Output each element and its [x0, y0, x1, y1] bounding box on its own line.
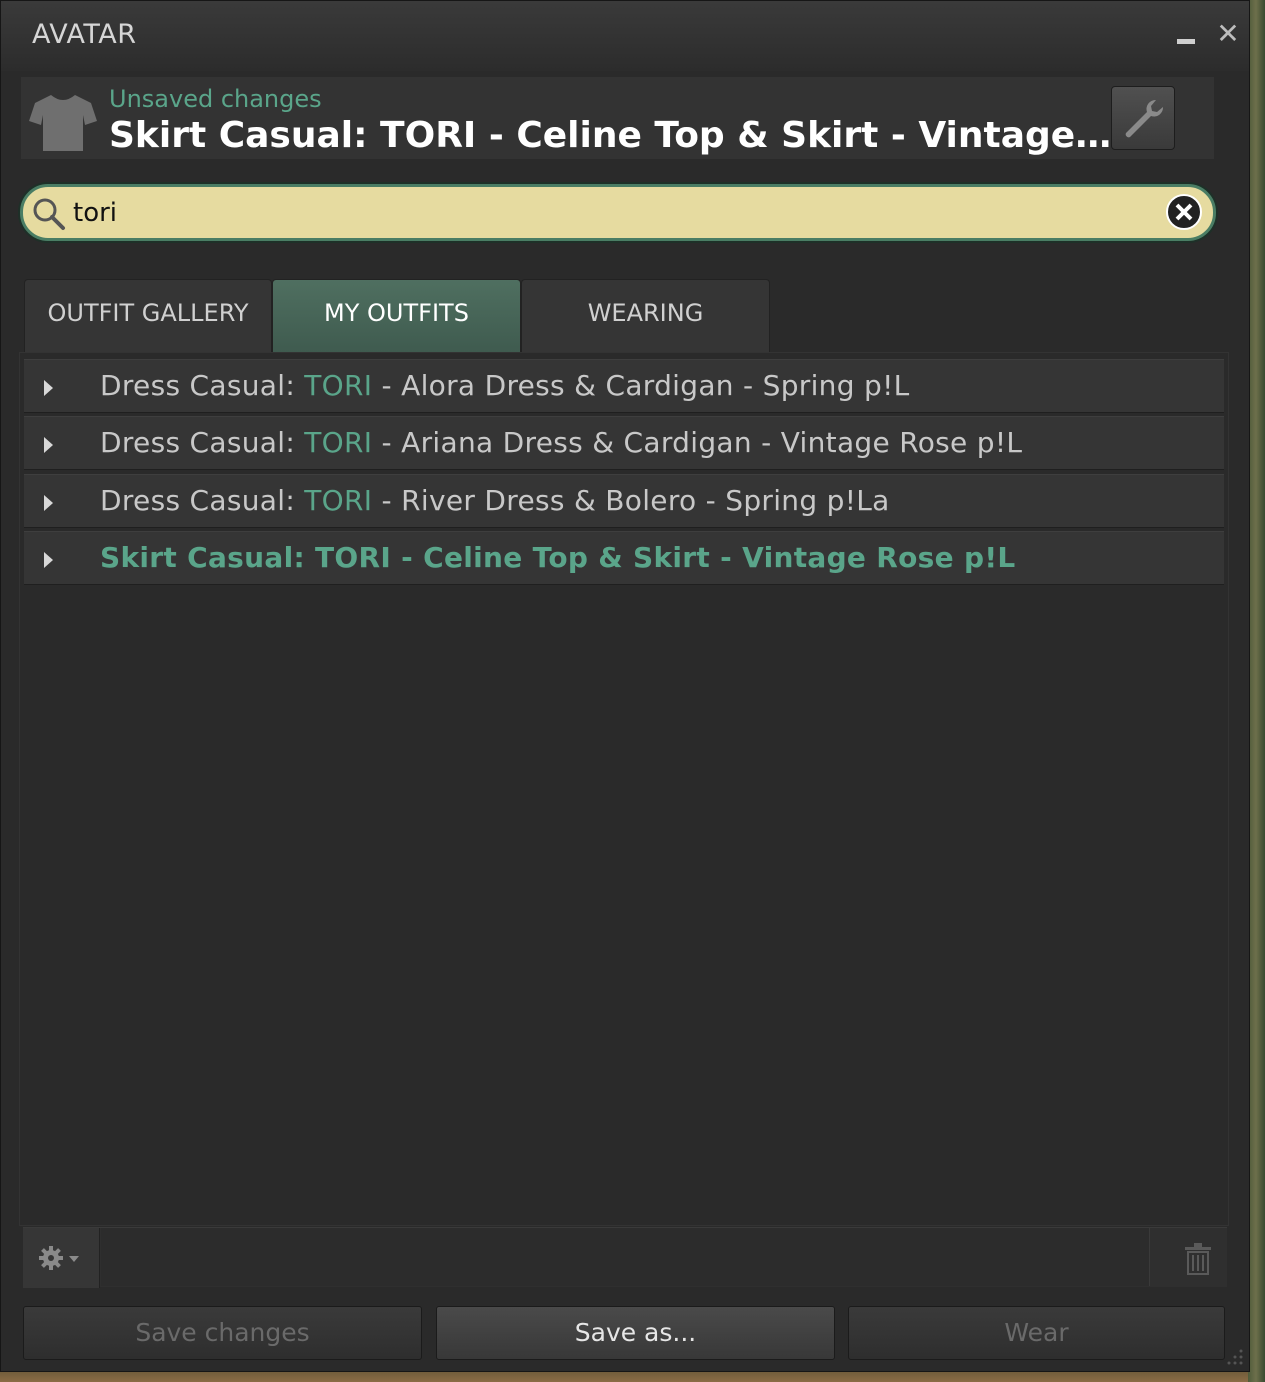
- tab-wearing[interactable]: WEARING: [521, 279, 770, 352]
- list-item-current-outfit[interactable]: Skirt Casual: TORI - Celine Top & Skirt …: [24, 531, 1224, 585]
- search-input[interactable]: [73, 193, 1153, 233]
- edit-outfit-button[interactable]: [1111, 86, 1175, 150]
- search-icon: [33, 198, 65, 230]
- unsaved-status: Unsaved changes: [109, 85, 322, 113]
- list-item[interactable]: Dress Casual: TORI - Alora Dress & Cardi…: [24, 359, 1224, 413]
- minimize-icon: [1177, 39, 1195, 44]
- expand-arrow-icon[interactable]: [44, 552, 53, 568]
- gear-menu-button[interactable]: [23, 1228, 100, 1288]
- shirt-icon: [29, 95, 97, 151]
- list-item[interactable]: Dress Casual: TORI - River Dress & Boler…: [24, 474, 1224, 528]
- outfit-label: Skirt Casual: TORI - Celine Top & Skirt …: [100, 541, 1016, 574]
- outfit-label: Dress Casual: TORI - Alora Dress & Cardi…: [100, 369, 910, 402]
- search-bar: [20, 184, 1216, 241]
- expand-arrow-icon[interactable]: [44, 495, 53, 511]
- wrench-icon: [1125, 99, 1164, 138]
- close-icon: ✕: [1216, 17, 1240, 50]
- gear-icon: [39, 1246, 79, 1270]
- list-item[interactable]: Dress Casual: TORI - Ariana Dress & Card…: [24, 416, 1224, 470]
- list-toolbar: [23, 1227, 1227, 1288]
- trash-icon: [1185, 1243, 1211, 1275]
- window-title: AVATAR: [32, 19, 137, 50]
- outfit-label: Dress Casual: TORI - River Dress & Boler…: [100, 484, 890, 517]
- current-outfit-title: Skirt Casual: TORI - Celine Top & Skirt …: [109, 115, 1123, 156]
- close-button[interactable]: ✕: [1213, 17, 1243, 51]
- tab-my-outfits[interactable]: MY OUTFITS: [272, 279, 521, 352]
- toolbar-spacer: [101, 1228, 1150, 1286]
- tab-outfit-gallery[interactable]: OUTFIT GALLERY: [24, 279, 272, 352]
- title-bar[interactable]: AVATAR ✕: [1, 1, 1249, 71]
- delete-outfit-button[interactable]: [1169, 1228, 1227, 1288]
- expand-arrow-icon[interactable]: [44, 380, 53, 396]
- save-as-button[interactable]: Save as...: [436, 1306, 835, 1360]
- resize-grip-icon[interactable]: [1221, 1343, 1245, 1367]
- current-outfit-header: Unsaved changes Skirt Casual: TORI - Cel…: [21, 77, 1214, 159]
- save-changes-button[interactable]: Save changes: [23, 1306, 422, 1360]
- expand-arrow-icon[interactable]: [44, 437, 53, 453]
- outfit-label: Dress Casual: TORI - Ariana Dress & Card…: [100, 426, 1023, 459]
- clear-search-icon[interactable]: [1165, 193, 1203, 231]
- minimize-button[interactable]: [1171, 17, 1201, 51]
- outfit-list: Dress Casual: TORI - Alora Dress & Cardi…: [19, 352, 1229, 1226]
- avatar-window: AVATAR ✕ Unsaved changes Skirt Casual: T…: [0, 0, 1250, 1372]
- wear-button[interactable]: Wear: [848, 1306, 1225, 1360]
